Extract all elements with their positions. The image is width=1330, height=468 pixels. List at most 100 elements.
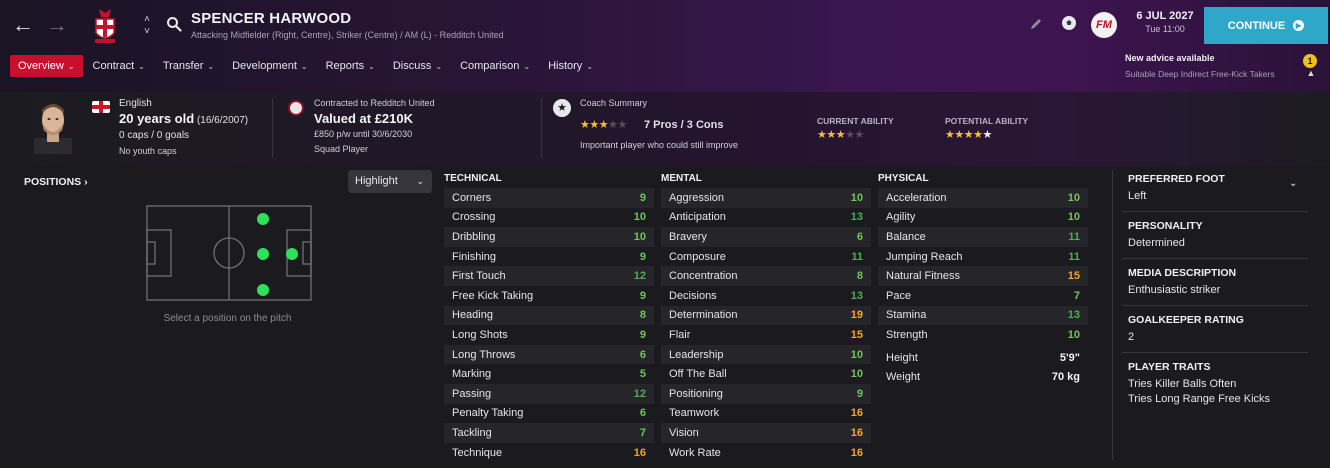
attribute-row[interactable]: Crossing 10 [444, 208, 654, 228]
age-line: 20 years old (16/6/2007) [119, 111, 248, 126]
attribute-row[interactable]: Agility 10 [878, 208, 1088, 228]
attribute-row[interactable]: Natural Fitness 15 [878, 266, 1088, 286]
attribute-row[interactable]: Penalty Taking 6 [444, 404, 654, 424]
position-dot-amr[interactable] [257, 213, 269, 225]
attribute-row[interactable]: Marking 5 [444, 364, 654, 384]
attribute-row[interactable]: Finishing 9 [444, 247, 654, 267]
media-title: MEDIA DESCRIPTION [1128, 267, 1237, 279]
attribute-name: Free Kick Taking [452, 289, 534, 302]
attribute-row[interactable]: Off The Ball 10 [661, 364, 871, 384]
position-dot-amc[interactable] [257, 248, 269, 260]
edit-pencil-icon[interactable] [1029, 17, 1043, 31]
play-arrow-icon: ▶ [1293, 20, 1305, 31]
attribute-row[interactable]: Work Rate 16 [661, 443, 871, 463]
game-date[interactable]: 6 JUL 2027 Tue 11:00 [1128, 10, 1202, 40]
advice-title[interactable]: New advice available [1125, 53, 1215, 63]
tab-comparison[interactable]: Comparison ⌄ [452, 55, 538, 77]
attribute-name: Anticipation [669, 211, 726, 224]
attribute-row[interactable]: First Touch 12 [444, 266, 654, 286]
contract-club[interactable]: Contracted to Redditch United [314, 98, 435, 108]
attribute-row[interactable]: Heading 8 [444, 305, 654, 326]
attribute-value: 11 [1068, 230, 1080, 243]
attribute-row[interactable]: Jumping Reach 11 [878, 247, 1088, 267]
player-portrait [34, 104, 72, 154]
attribute-row[interactable]: Anticipation 13 [661, 208, 871, 228]
england-flag-icon [92, 101, 110, 113]
attribute-row[interactable]: Pace 7 [878, 286, 1088, 306]
goalkeeper-rating-block: GOALKEEPER RATING 2 [1128, 314, 1308, 343]
star-icon: ★ [598, 119, 609, 131]
player-trait[interactable]: Tries Killer Balls Often [1128, 378, 1308, 390]
nationality[interactable]: English [119, 98, 152, 109]
attribute-row[interactable]: Composure 11 [661, 247, 871, 267]
tab-overview[interactable]: Overview ⌄ [10, 55, 83, 77]
player-pager[interactable]: ˄ ˅ [141, 14, 153, 40]
attribute-name: Concentration [669, 270, 738, 283]
positions-title: POSITIONS [24, 176, 82, 188]
attribute-name: Stamina [886, 309, 927, 322]
attribute-row[interactable]: Leadership 10 [661, 344, 871, 365]
attribute-value: 13 [850, 211, 863, 224]
position-dot-st[interactable] [286, 248, 298, 260]
player-trait[interactable]: Tries Long Range Free Kicks [1128, 393, 1308, 405]
attribute-row[interactable]: Free Kick Taking 9 [444, 286, 654, 306]
attribute-name: Corners [452, 191, 492, 204]
attribute-row[interactable]: Corners 9 [444, 188, 654, 208]
attribute-row[interactable]: Strength 10 [878, 325, 1088, 345]
attribute-row[interactable]: Determination 19 [661, 305, 871, 326]
attribute-value: 6 [856, 230, 863, 243]
search-icon[interactable] [166, 16, 182, 32]
attribute-name: Strength [886, 328, 928, 341]
mental-attributes: MENTAL Aggression 10 Anticipation 13 Bravery… [661, 170, 871, 462]
tab-history[interactable]: History ⌄ [540, 55, 601, 77]
pitch-diagram[interactable] [146, 205, 312, 301]
attribute-value: 19 [850, 309, 863, 322]
attribute-row[interactable]: Aggression 10 [661, 188, 871, 208]
tab-discuss[interactable]: Discuss ⌄ [385, 55, 450, 77]
attribute-name: Bravery [669, 230, 707, 243]
club-crest-icon[interactable] [92, 6, 118, 46]
advice-alert-icon[interactable]: 1 [1303, 54, 1317, 68]
attribute-value: 16 [850, 407, 863, 420]
attribute-row[interactable]: Decisions 13 [661, 286, 871, 306]
attribute-row[interactable]: Teamwork 16 [661, 404, 871, 424]
tab-transfer[interactable]: Transfer ⌄ [155, 55, 222, 77]
tab-reports[interactable]: Reports ⌄ [318, 55, 383, 77]
highlight-dropdown[interactable]: Highlight ⌄ [348, 170, 432, 193]
attribute-row[interactable]: Long Throws 6 [444, 344, 654, 365]
attribute-row[interactable]: Stamina 13 [878, 305, 1088, 326]
gk-rating-value: 2 [1128, 331, 1135, 343]
player-name: SPENCER HARWOOD [191, 10, 352, 27]
attribute-name: Pace [886, 289, 912, 302]
attribute-row[interactable]: Concentration 8 [661, 266, 871, 286]
attribute-row[interactable]: Balance 11 [878, 227, 1088, 247]
forward-arrow-icon[interactable]: → [44, 12, 70, 38]
attribute-row[interactable]: Technique 16 [444, 443, 654, 463]
positions-header[interactable]: POSITIONS › [24, 176, 88, 188]
tab-development[interactable]: Development ⌄ [224, 55, 316, 77]
tab-label: Contract [92, 60, 135, 72]
advice-subtitle[interactable]: Suitable Deep Indirect Free-Kick Takers [1125, 69, 1275, 79]
fm-logo[interactable]: FM [1091, 12, 1117, 38]
continue-button[interactable]: CONTINUE ▶ [1204, 7, 1328, 44]
continue-label: CONTINUE [1227, 19, 1286, 32]
attribute-row[interactable]: Long Shots 9 [444, 325, 654, 345]
attribute-row[interactable]: Flair 15 [661, 325, 871, 345]
divider [1122, 352, 1308, 353]
tab-label: History [548, 60, 583, 72]
tab-contract[interactable]: Contract ⌄ [85, 55, 153, 77]
pros-cons[interactable]: 7 Pros / 3 Cons [644, 119, 723, 131]
attribute-row[interactable]: Dribbling 10 [444, 227, 654, 247]
club-badge-icon[interactable] [288, 100, 304, 116]
divider [272, 98, 273, 158]
attribute-row[interactable]: Positioning 9 [661, 383, 871, 404]
attribute-row[interactable]: Passing 12 [444, 383, 654, 404]
attribute-row[interactable]: Vision 16 [661, 423, 871, 443]
back-arrow-icon[interactable]: ← [10, 12, 36, 38]
position-dot-aml[interactable] [257, 284, 269, 296]
attribute-row[interactable]: Bravery 6 [661, 227, 871, 247]
attribute-row[interactable]: Acceleration 10 [878, 188, 1088, 208]
chevron-down-icon: ⌄ [435, 62, 443, 71]
attribute-row[interactable]: Tackling 7 [444, 423, 654, 443]
football-icon[interactable] [1061, 15, 1077, 31]
